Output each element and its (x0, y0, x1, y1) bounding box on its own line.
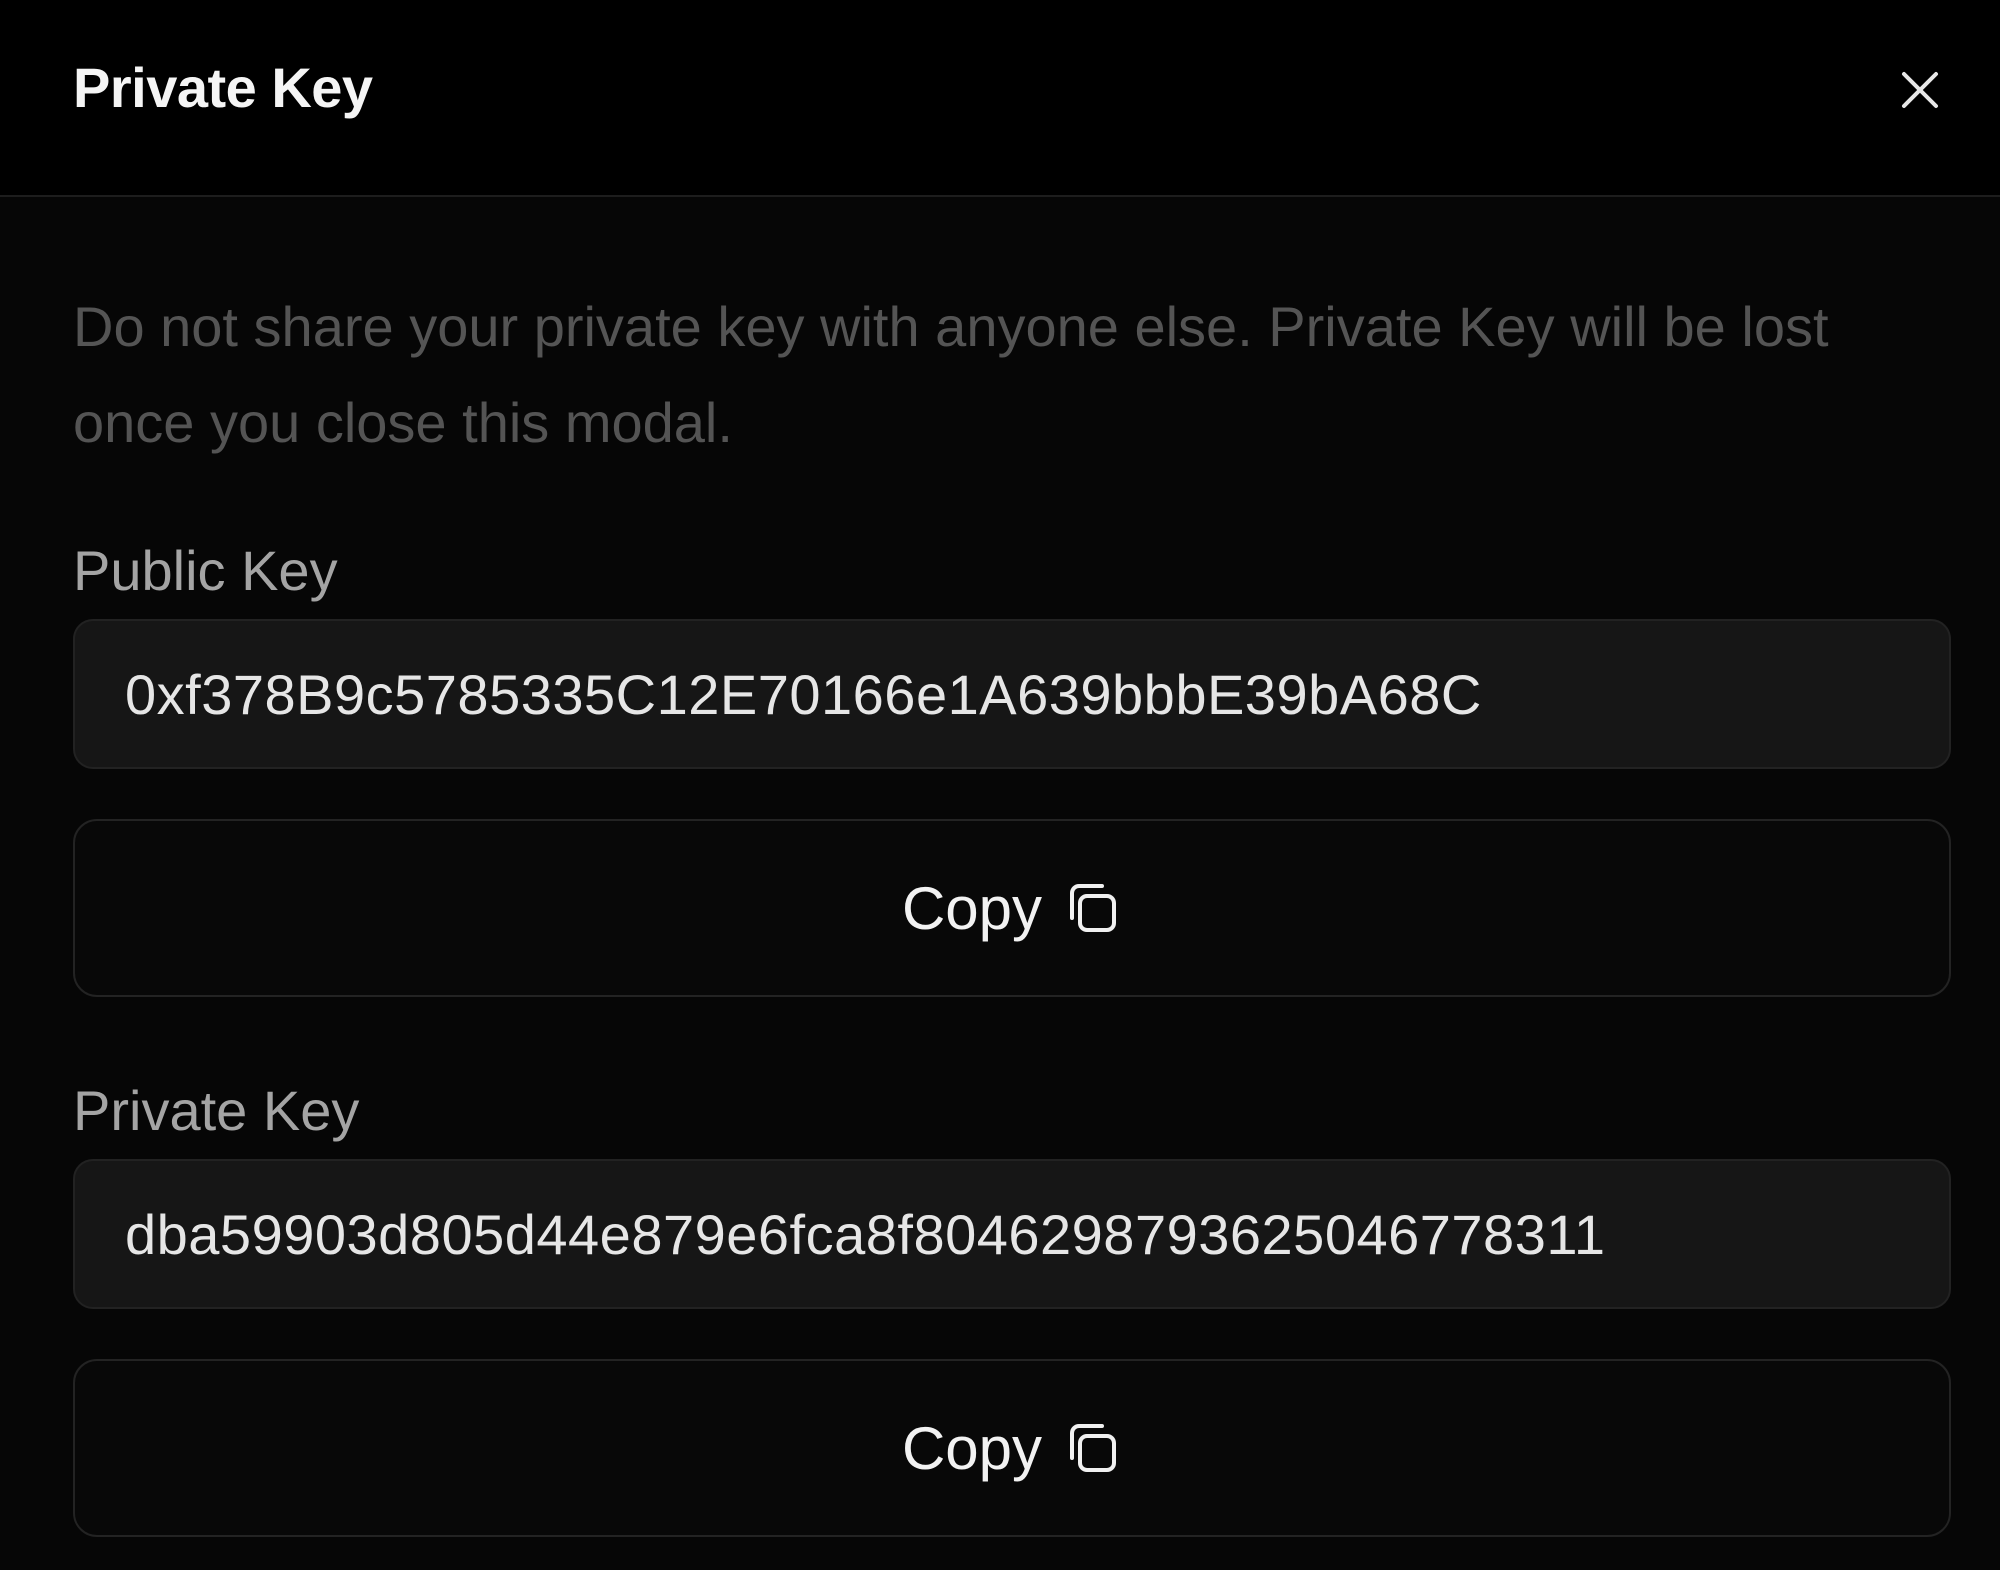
modal-title: Private Key (73, 56, 373, 119)
modal-body: Do not share your private key with anyon… (0, 197, 2000, 1570)
public-key-label: Public Key (73, 539, 338, 602)
warning-text: Do not share your private key with anyon… (73, 295, 1829, 454)
close-button[interactable] (1890, 60, 1950, 120)
private-key-field[interactable]: dba59903d805d44e879e6fca8f80462987936250… (73, 1159, 1951, 1309)
copy-button-label: Copy (901, 1414, 1043, 1482)
public-key-value: 0xf378B9c5785335C12E70166e1A639bbbE39bA6… (125, 662, 1482, 726)
copy-private-key-button[interactable]: Copy (73, 1359, 1951, 1537)
public-key-field[interactable]: 0xf378B9c5785335C12E70166e1A639bbbE39bA6… (73, 619, 1951, 769)
private-key-label: Private Key (73, 1079, 360, 1142)
close-icon (1902, 72, 1938, 108)
modal-header: Private Key (0, 0, 2000, 197)
copy-button-label: Copy (901, 874, 1043, 942)
private-key-value: dba59903d805d44e879e6fca8f80462987936250… (125, 1202, 1606, 1266)
copy-public-key-button[interactable]: Copy (73, 819, 1951, 997)
copy-icon (1062, 878, 1122, 938)
copy-icon (1062, 1418, 1122, 1478)
private-key-modal: Private Key Do not share your private ke… (0, 0, 2000, 1570)
